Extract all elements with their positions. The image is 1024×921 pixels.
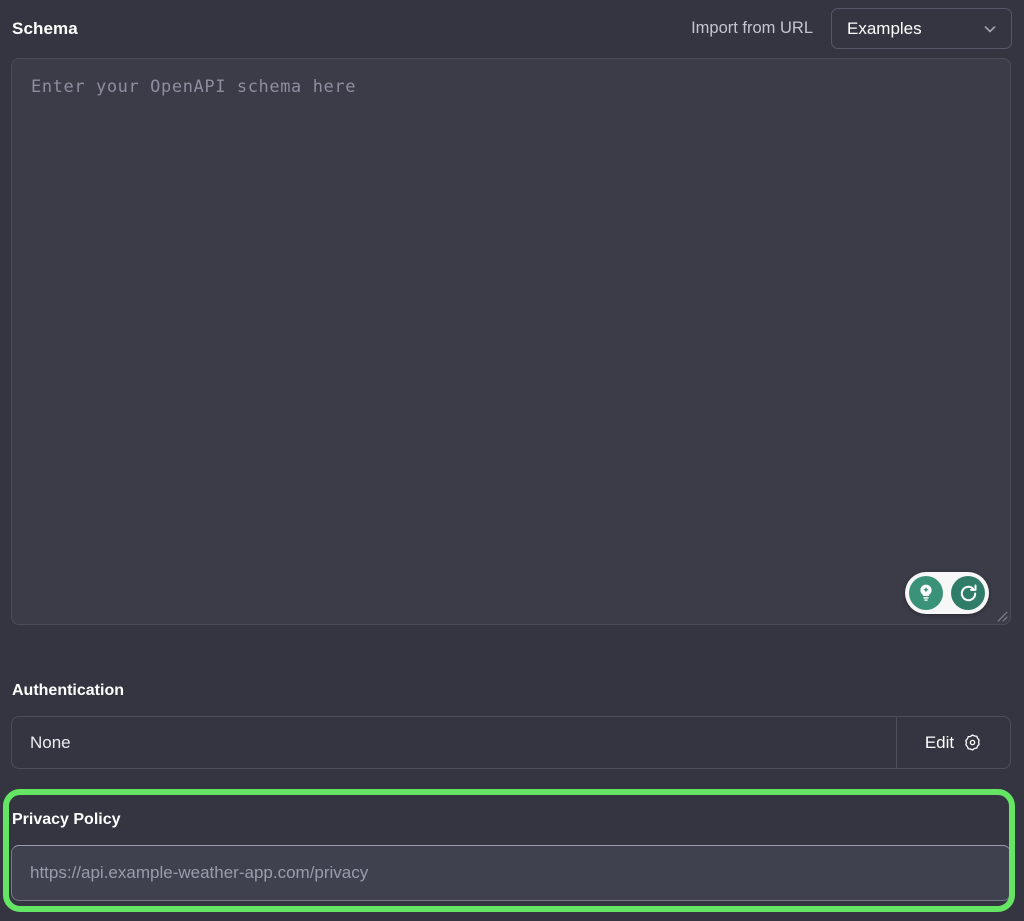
authentication-label: Authentication [12, 682, 124, 700]
schema-title: Schema [12, 19, 78, 39]
privacy-policy-label: Privacy Policy [12, 811, 121, 829]
authentication-row: None Edit [11, 716, 1011, 769]
schema-header: Schema Import from URL Examples [0, 0, 1024, 57]
schema-editor-action-pill [905, 572, 989, 614]
authentication-edit-label: Edit [925, 733, 954, 753]
privacy-policy-placeholder: https://api.example-weather-app.com/priv… [30, 863, 368, 883]
authentication-value: None [12, 717, 896, 768]
suggest-schema-button[interactable] [908, 575, 944, 611]
gear-icon [963, 733, 982, 752]
schema-editor-textarea[interactable]: Enter your OpenAPI schema here [11, 58, 1011, 625]
privacy-policy-input[interactable]: https://api.example-weather-app.com/priv… [11, 845, 1011, 901]
examples-dropdown-value: Examples [847, 19, 982, 39]
refresh-icon [951, 576, 985, 610]
chevron-down-icon [982, 21, 998, 37]
examples-dropdown[interactable]: Examples [831, 8, 1012, 49]
import-from-url-link[interactable]: Import from URL [691, 19, 813, 38]
regenerate-schema-button[interactable] [950, 575, 986, 611]
schema-header-actions: Import from URL Examples [691, 8, 1012, 49]
lightbulb-sparkle-icon [909, 576, 943, 610]
authentication-edit-button[interactable]: Edit [896, 717, 1010, 768]
schema-editor-placeholder: Enter your OpenAPI schema here [31, 77, 356, 97]
action-settings-panel: Schema Import from URL Examples Enter yo… [0, 0, 1024, 921]
resize-grip-icon[interactable] [995, 609, 1008, 622]
